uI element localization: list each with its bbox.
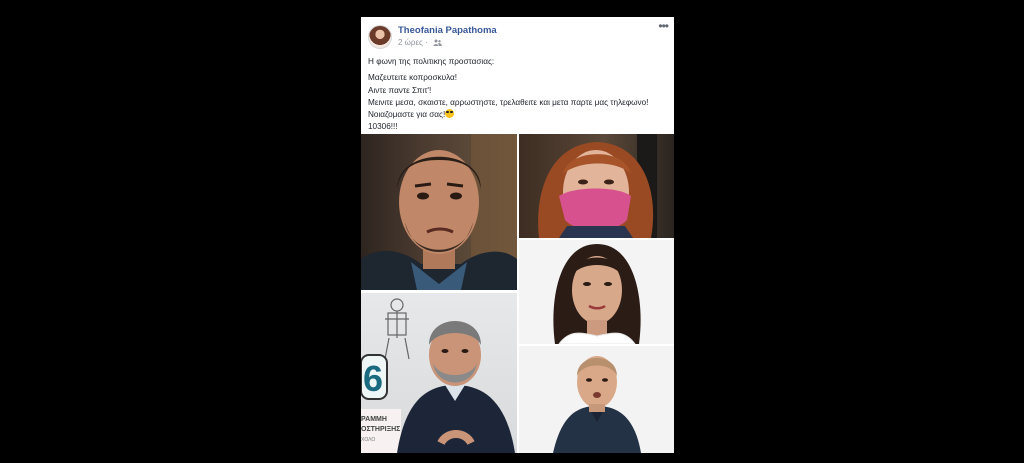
post-header: Theofania Papathoma 2 ώρες · •••	[361, 17, 674, 59]
post-meta: 2 ώρες ·	[398, 38, 442, 48]
facebook-post: Theofania Papathoma 2 ώρες · ••• Η φωνη …	[361, 17, 674, 453]
author-avatar[interactable]	[368, 25, 392, 49]
friends-audience-icon[interactable]	[433, 39, 442, 48]
sign-text-line1: ΡΑΜΜΗ	[361, 416, 387, 423]
sunglasses-emoji-icon	[445, 109, 455, 119]
post-line-with-emoji: Νοιαζομαστε για σας!	[368, 109, 668, 121]
post-timestamp[interactable]: 2 ώρες	[398, 38, 423, 47]
author-name[interactable]: Theofania Papathoma	[398, 25, 497, 36]
photo-grid: 6 ΡΑΜΜΗ ΟΣΤΗΡΙΞΗΣ ΧΟΛΟ	[361, 134, 674, 453]
post-line: Νοιαζομαστε για σας!	[368, 110, 446, 120]
post-line: Η φωνη της πολιτικης προστασιας:	[368, 57, 495, 66]
sign-text-line3: ΧΟΛΟ	[361, 437, 375, 443]
photo-man-beard[interactable]	[361, 134, 517, 290]
more-options-icon[interactable]: •••	[658, 19, 669, 33]
post-line: Μεινιτε μεσα, σκαιστε, αρρωστηστε, τρελα…	[368, 97, 649, 107]
sign-number: 6	[363, 358, 383, 399]
photo-man-bald[interactable]	[519, 346, 674, 453]
meta-separator: ·	[425, 38, 428, 47]
photo-woman-pink-mask[interactable]	[519, 134, 674, 238]
post-text: Η φωνη της πολιτικης προστασιας: Μαζευτε…	[368, 56, 668, 134]
post-line: 10306!!!	[368, 122, 398, 132]
sign-text-line2: ΟΣΤΗΡΙΞΗΣ	[361, 426, 400, 433]
photo-woman-dark-hair[interactable]	[519, 240, 674, 344]
post-line: Μαζευτειτε κοπροσκυλα!	[368, 73, 458, 83]
post-line: Αιντε παντε Σπιτ'!	[368, 85, 432, 95]
photo-man-grey-hair[interactable]: 6 ΡΑΜΜΗ ΟΣΤΗΡΙΞΗΣ ΧΟΛΟ	[361, 293, 517, 453]
